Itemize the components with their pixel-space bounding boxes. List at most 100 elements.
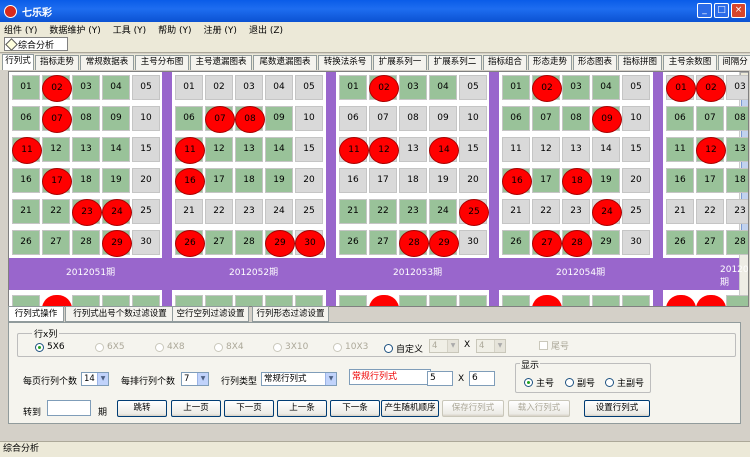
tail-label: 尾号: [551, 342, 570, 352]
radio-10x3[interactable]: 10X3: [333, 342, 368, 352]
number-cell: 13: [72, 137, 100, 162]
cols-field[interactable]: 6: [469, 371, 495, 386]
menu-help[interactable]: 帮助 (Y): [158, 23, 191, 36]
radio-5x6[interactable]: 5X6: [35, 342, 65, 352]
tab-13[interactable]: 主号余数图: [663, 55, 717, 70]
number-cell: 06: [12, 106, 40, 131]
maximize-button[interactable]: □: [714, 3, 729, 18]
type-label: 行列类型: [221, 377, 258, 387]
radio-8x4[interactable]: 8X4: [214, 342, 244, 352]
tab-matrix-ops[interactable]: 行列式操作: [8, 306, 64, 322]
tab-2[interactable]: 常规数据表: [80, 55, 134, 70]
tail-checkbox[interactable]: 尾号: [539, 339, 569, 352]
load-matrix-button[interactable]: 载入行列式: [508, 400, 570, 417]
number-cell: 29: [592, 230, 620, 255]
radio-4x8[interactable]: 4X8: [155, 342, 185, 352]
set-matrix-button[interactable]: 设置行列式: [584, 400, 650, 417]
tab-3[interactable]: 主号分布图: [135, 55, 189, 70]
tab-empty-filter[interactable]: 空行空列过滤设置: [172, 306, 249, 322]
radio-main-sub[interactable]: 主副号: [605, 376, 644, 389]
number-cell: 02: [696, 75, 726, 102]
custom-rows-select[interactable]: 4 ▼: [429, 339, 459, 353]
goto-field[interactable]: [47, 400, 91, 416]
per-row-select[interactable]: 7 ▼: [181, 372, 209, 386]
main-tabs: ◀ ▶ 行列式指标走势常规数据表主号分布图主号遗漏图表尾数遗漏图表转换法杀号扩展…: [0, 54, 750, 70]
menu-exit[interactable]: 退出 (Z): [249, 23, 283, 36]
number-cell: 08: [562, 106, 590, 131]
minimize-button[interactable]: _: [697, 3, 712, 18]
next-item-button[interactable]: 下一条: [330, 400, 380, 417]
radio-sub[interactable]: 副号: [565, 376, 595, 389]
type-name-field[interactable]: 常规行列式: [349, 369, 431, 385]
radio-dot: [155, 342, 164, 352]
tab-1[interactable]: 指标走势: [35, 55, 79, 70]
number-cell: 10: [132, 106, 160, 131]
prev-page-button[interactable]: 上一页: [171, 400, 221, 417]
tab-7[interactable]: 扩展系列一: [373, 55, 427, 70]
drawn-ball: 02: [369, 75, 399, 102]
radio-label: 自定义: [396, 345, 424, 355]
save-matrix-button[interactable]: 保存行列式: [442, 400, 504, 417]
menu-components[interactable]: 组件 (Y): [4, 23, 37, 36]
number-cell: 07: [42, 106, 72, 133]
menu-tools[interactable]: 工具 (Y): [113, 23, 146, 36]
pencil-icon: [5, 37, 18, 51]
type-select[interactable]: 常规行列式 ▼: [261, 372, 337, 386]
number-cell: 07: [696, 106, 724, 131]
random-order-button[interactable]: 产生随机顺序: [381, 400, 439, 417]
tab-0[interactable]: 行列式: [2, 54, 34, 70]
number-cell: 26: [12, 230, 40, 255]
menu-register[interactable]: 注册 (Y): [204, 23, 237, 36]
number-cell: 09: [102, 106, 130, 131]
number-cell: 16: [339, 168, 367, 193]
number-cell: 11: [666, 137, 694, 162]
number-cell: 02: [42, 75, 72, 102]
prev-item-button[interactable]: 上一条: [277, 400, 327, 417]
number-cell: 07: [532, 106, 560, 131]
number-cell: 17: [42, 168, 72, 195]
number-cell: 08: [235, 106, 265, 133]
rows-cols-x-label: X: [458, 374, 465, 384]
radio-dot: [35, 342, 44, 352]
number-cell: 23: [562, 199, 590, 224]
radio-3x10[interactable]: 3X10: [273, 342, 308, 352]
close-button[interactable]: ×: [731, 3, 746, 18]
tab-8[interactable]: 扩展系列二: [428, 55, 482, 70]
tab-6[interactable]: 转换法杀号: [318, 55, 372, 70]
number-cell: 13: [235, 137, 263, 162]
tab-11[interactable]: 形态图表: [573, 55, 617, 70]
tab-count-filter[interactable]: 行列式出号个数过滤设置: [65, 306, 175, 322]
tab-12[interactable]: 指标拼图: [618, 55, 662, 70]
tab-10[interactable]: 形态走势: [528, 55, 572, 70]
tab-5[interactable]: 尾数遗漏图表: [253, 55, 317, 70]
analysis-button[interactable]: 综合分析: [4, 37, 68, 51]
drawn-ball: 08: [235, 106, 265, 133]
number-cell: 08: [399, 106, 427, 131]
radio-main[interactable]: 主号: [524, 376, 554, 389]
tab-4[interactable]: 主号遗漏图表: [190, 55, 252, 70]
radio-dot: [214, 342, 223, 352]
number-cell: 14: [592, 137, 620, 162]
jump-button[interactable]: 跳转: [117, 400, 167, 417]
tab-14[interactable]: 间隔分: [718, 55, 750, 70]
drawn-ball: 14: [429, 137, 459, 164]
tab-9[interactable]: 指标组合: [483, 55, 527, 70]
radio-6x5[interactable]: 6X5: [95, 342, 125, 352]
drawn-ball: 07: [42, 106, 72, 133]
number-cell: 05: [459, 75, 487, 100]
period-label: 2012051期: [66, 268, 116, 278]
rows-field[interactable]: 5: [427, 371, 453, 386]
toolbar: 综合分析: [0, 36, 750, 53]
custom-cols-value: 4: [479, 341, 485, 351]
number-cell: 28: [562, 230, 592, 257]
menu-data[interactable]: 数据维护 (Y): [49, 23, 100, 36]
next-page-button[interactable]: 下一页: [224, 400, 274, 417]
number-cell: 17: [369, 168, 397, 193]
number-cell: 04: [592, 75, 620, 100]
per-page-select[interactable]: 14 ▼: [81, 372, 109, 386]
number-cell: 03: [726, 75, 748, 100]
number-cell: 05: [295, 75, 323, 100]
tab-shape-filter[interactable]: 行列形态过滤设置: [252, 306, 329, 322]
custom-cols-select[interactable]: 4 ▼: [476, 339, 506, 353]
radio-custom[interactable]: 自定义: [384, 342, 423, 355]
